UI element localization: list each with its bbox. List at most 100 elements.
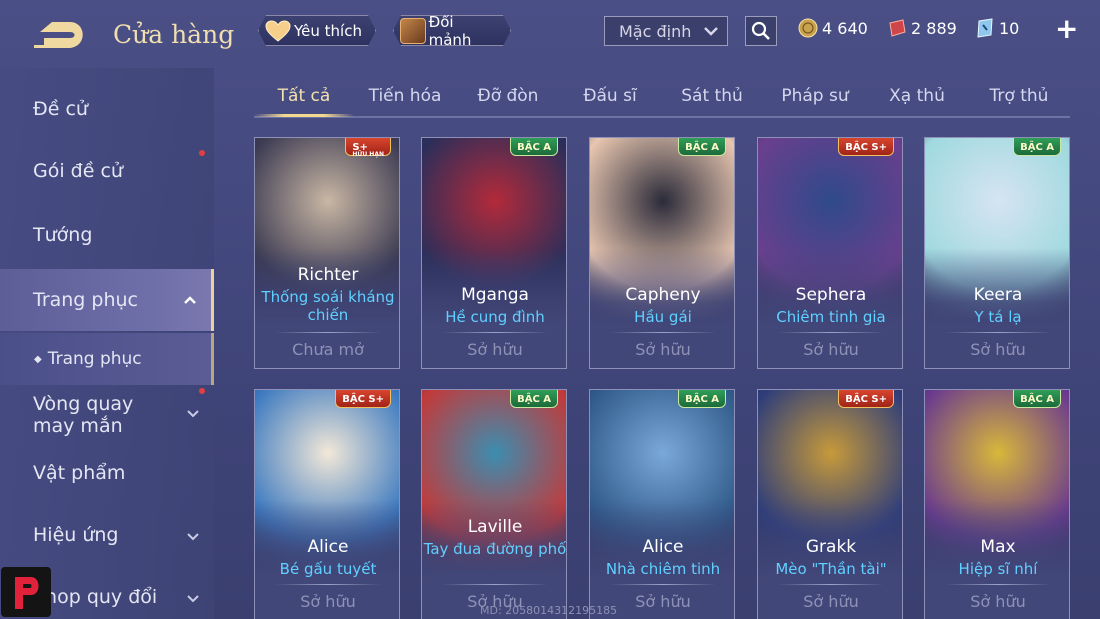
notification-dot	[199, 388, 205, 394]
skin-card[interactable]: BẬC S+ Sephera Chiêm tinh gia Sở hữu	[757, 137, 903, 369]
sort-value: Mặc định	[619, 21, 692, 41]
add-currency-button[interactable]: +	[1055, 15, 1078, 43]
skin-card[interactable]: BẬC A Alice Nhà chiêm tinh Sở hữu	[589, 389, 735, 619]
skin-name: Chiêm tinh gia	[776, 308, 886, 326]
hero-name: Alice	[307, 537, 349, 557]
card-divider	[610, 584, 716, 585]
ownership-status: Sở hữu	[803, 340, 859, 359]
tier-badge-label: BẬC A	[517, 394, 551, 405]
sidebar-item-label: Trang phục	[33, 289, 139, 311]
sidebar-item-skins[interactable]: Trang phục	[0, 269, 214, 331]
skin-card[interactable]: BẬC A Capheny Hầu gái Sở hữu	[589, 137, 735, 369]
skin-name: Hiệp sĩ nhí	[958, 560, 1038, 578]
chevron-down-icon[interactable]	[186, 530, 200, 544]
skin-card[interactable]: BẬC S+ Alice Bé gấu tuyết Sở hữu	[254, 389, 400, 619]
sidebar-item-label: Vòng quay may mắn	[33, 393, 134, 437]
voucher-currency: 2 889	[887, 18, 957, 38]
card-divider	[442, 332, 548, 333]
sidebar-item-heroes[interactable]: Tướng	[0, 224, 214, 246]
skin-card[interactable]: BẬC S+ Grakk Mèo "Thần tài" Sở hữu	[757, 389, 903, 619]
sidebar-item-items[interactable]: Vật phẩm	[0, 462, 214, 484]
card-divider	[275, 584, 381, 585]
search-button[interactable]	[745, 16, 777, 46]
sidebar-item-recommended[interactable]: Đề cử	[0, 98, 214, 120]
skin-card[interactable]: S+ HỮU HẠN Richter Thống soái kháng chiến Ch…	[254, 137, 400, 369]
skin-name: Bé gấu tuyết	[279, 560, 377, 578]
hero-name: Max	[980, 537, 1016, 557]
tab-evolution[interactable]: Tiến hóa	[359, 86, 451, 106]
hero-name: Grakk	[805, 537, 857, 557]
tier-badge-label: BẬC A	[1020, 394, 1054, 405]
chevron-down-icon[interactable]	[186, 592, 200, 606]
tab-all[interactable]: Tất cả	[254, 86, 354, 106]
shard-exchange-button[interactable]: Đổi mảnh	[393, 15, 511, 46]
shard-label: Đổi mảnh	[428, 12, 472, 49]
skin-card[interactable]: BẬC A Laville Tay đua đường phố Sở hữu	[421, 389, 567, 619]
tab-assassin[interactable]: Sát thủ	[670, 86, 754, 106]
sidebar-item-recommended-packs[interactable]: Gói đề cử	[0, 150, 214, 182]
sidebar-item-effects[interactable]: Hiệu ứng	[0, 524, 214, 546]
tab-marksman[interactable]: Xạ thủ	[878, 86, 956, 106]
tier-badge: BẬC S+	[335, 390, 391, 408]
hero-name: Mganga	[461, 285, 529, 305]
ownership-status: Sở hữu	[635, 340, 691, 359]
back-arrow-icon[interactable]	[30, 18, 90, 52]
card-divider	[945, 584, 1051, 585]
tier-badge-label: BẬC A	[517, 142, 551, 153]
tier-badge-label: BẬC S+	[845, 394, 887, 405]
hero-name: Alice	[642, 537, 684, 557]
tier-badge: BẬC A	[678, 390, 726, 408]
ownership-status: Sở hữu	[970, 340, 1026, 359]
sidebar-item-label: Hiệu ứng	[33, 524, 119, 546]
tier-badge: BẬC A	[678, 138, 726, 156]
skin-name: Tay đua đường phố	[423, 540, 567, 558]
skin-card[interactable]: BẬC A Mganga Hề cung đình Sở hữu	[421, 137, 567, 369]
sidebar: Đề cử Gói đề cử Tướng Trang phục ◆ Trang…	[0, 68, 214, 619]
skin-name: Hầu gái	[634, 308, 692, 326]
tier-badge-label: BẬC A	[1020, 142, 1054, 153]
card-divider	[610, 332, 716, 333]
tab-fighter[interactable]: Đấu sĩ	[570, 86, 650, 106]
hero-name: Capheny	[625, 285, 701, 305]
tier-badge-label: BẬC S+	[342, 394, 384, 405]
tab-support[interactable]: Trợ thủ	[976, 86, 1062, 106]
app-logo	[1, 567, 51, 617]
sidebar-item-label: Trang phục	[47, 349, 142, 369]
tier-badge: BẬC S+	[838, 138, 894, 156]
favorite-button[interactable]: Yêu thích	[258, 15, 376, 46]
search-icon	[751, 21, 770, 40]
tier-badge-sub: HỮU HẠN	[352, 151, 384, 158]
ticket-amount: 10	[999, 18, 1020, 38]
sidebar-item-label: Gói đề cử	[33, 160, 123, 182]
chevron-up-icon	[184, 296, 196, 304]
tab-mage[interactable]: Pháp sư	[770, 86, 860, 106]
tab-tank[interactable]: Đỡ đòn	[464, 86, 552, 106]
tier-badge: BẬC A	[510, 138, 558, 156]
hero-name: Laville	[467, 517, 523, 537]
sort-dropdown[interactable]: Mặc định	[604, 16, 728, 46]
skin-card[interactable]: BẬC A Keera Y tá lạ Sở hữu	[924, 137, 1070, 369]
hero-name: Keera	[973, 285, 1023, 305]
sidebar-item-label: Shop quy đổi	[33, 586, 158, 608]
blue-ticket-icon	[977, 18, 993, 38]
sidebar-item-label: Đề cử	[33, 98, 88, 120]
top-bar: Cửa hàng Yêu thích Đổi mảnh Mặc định 4 6…	[0, 0, 1100, 64]
card-divider	[778, 332, 884, 333]
chevron-down-icon[interactable]	[186, 407, 200, 421]
skin-card[interactable]: BẬC A Max Hiệp sĩ nhí Sở hữu	[924, 389, 1070, 619]
tier-badge: BẬC S+	[838, 390, 894, 408]
chest-icon	[400, 18, 426, 44]
sidebar-subitem-skins[interactable]: ◆ Trang phục	[0, 333, 214, 385]
page-title: Cửa hàng	[113, 20, 235, 49]
hero-name: Richter	[297, 265, 359, 285]
ownership-status: Sở hữu	[970, 592, 1026, 611]
favorite-label: Yêu thích	[294, 21, 362, 40]
skin-name: Mèo "Thần tài"	[775, 560, 887, 578]
chevron-down-icon	[704, 27, 718, 36]
watermark: MD: 2058014312195185	[480, 604, 618, 617]
red-voucher-icon	[889, 19, 906, 37]
card-divider	[778, 584, 884, 585]
skin-name: Y tá lạ	[974, 308, 1022, 326]
sidebar-item-lucky-wheel[interactable]: Vòng quay may mắn	[0, 388, 205, 440]
active-tab-underline	[254, 114, 354, 117]
